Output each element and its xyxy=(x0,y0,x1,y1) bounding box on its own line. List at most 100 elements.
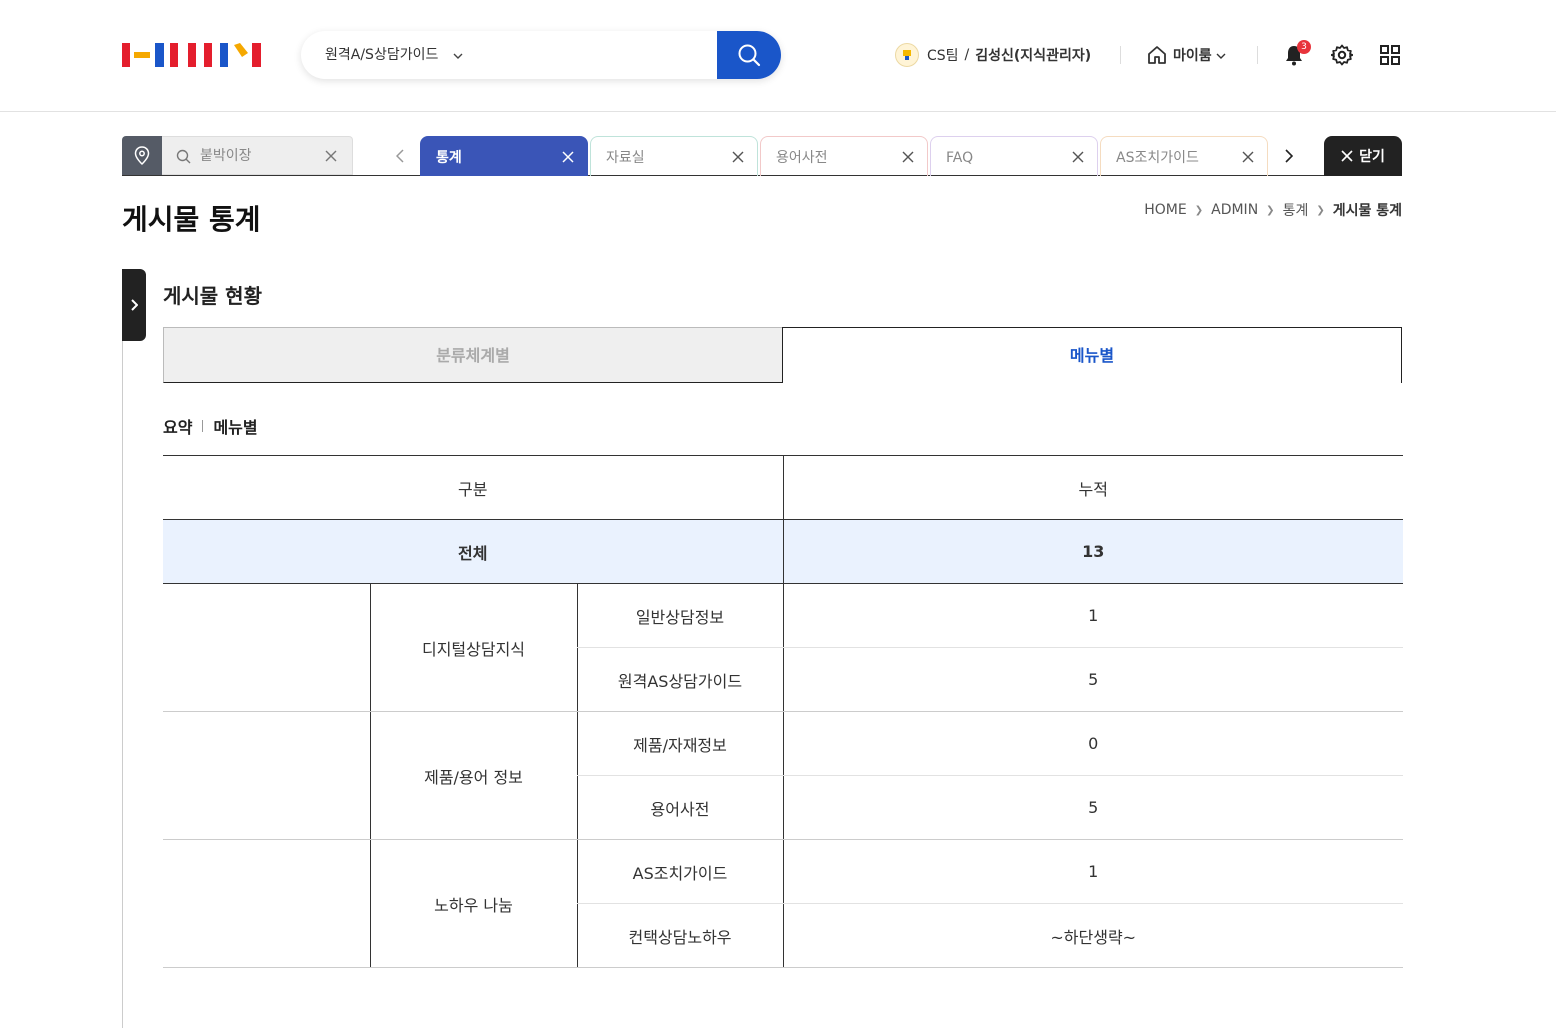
user-name: 김성신(지식관리자) xyxy=(975,48,1092,64)
group-name: 제품/용어 정보 xyxy=(369,711,577,840)
close-icon[interactable] xyxy=(561,150,575,164)
row-value: ~하단생략~ xyxy=(782,903,1403,968)
tab-by-menu[interactable]: 메뉴별 xyxy=(782,327,1402,383)
header-divider xyxy=(1257,46,1258,64)
user-info[interactable]: CS팀 / 김성신(지식관리자) xyxy=(895,43,1091,67)
header-divider xyxy=(1120,46,1121,64)
close-icon[interactable] xyxy=(901,150,915,164)
column-header: 구분 xyxy=(163,455,783,520)
close-icon xyxy=(1341,150,1353,162)
table-header-row: 구분 누적 xyxy=(163,455,1403,520)
statistics-table: 구분 누적 전체 13 디지털상담지식 일반상담정보 1 원격AS상담가이드 5… xyxy=(163,455,1403,968)
tabs-prev-button[interactable] xyxy=(388,136,412,175)
search-scope-label: 원격A/S상담가이드 xyxy=(325,47,439,63)
gear-icon xyxy=(1331,44,1353,66)
close-all-label: 닫기 xyxy=(1359,149,1385,165)
search-button[interactable] xyxy=(717,31,781,79)
chevron-right-icon: ❯ xyxy=(1316,204,1325,216)
side-panel-toggle[interactable] xyxy=(122,269,146,341)
row-label: 일반상담정보 xyxy=(576,583,783,648)
tab-label: 자료실 xyxy=(606,150,645,166)
breadcrumb: HOME ❯ ADMIN ❯ 통계 ❯ 게시물 통계 xyxy=(1144,200,1402,220)
chevron-down-icon xyxy=(1216,49,1226,62)
user-separator: / xyxy=(964,47,970,63)
tab-label: 통계 xyxy=(436,150,462,166)
top-header: 원격A/S상담가이드 CS팀 / 김성신(지식관리자) 마이룸 3 xyxy=(0,0,1556,112)
tab-glossary[interactable]: 용어사전 xyxy=(760,136,928,176)
chevron-right-icon xyxy=(1284,148,1293,163)
user-team: CS팀 xyxy=(927,48,959,64)
tab-archive[interactable]: 자료실 xyxy=(590,136,758,176)
table-cell xyxy=(163,583,370,712)
sub-nav-by-menu[interactable]: 메뉴별 xyxy=(213,414,257,438)
search-icon xyxy=(738,44,761,67)
tab-statistics[interactable]: 통계 xyxy=(420,136,588,176)
chevron-right-icon: ❯ xyxy=(1194,204,1204,216)
row-label: 용어사전 xyxy=(576,775,783,840)
row-label: 컨택상담노하우 xyxy=(576,903,783,968)
pinned-button[interactable] xyxy=(122,136,162,175)
close-icon[interactable] xyxy=(1071,150,1085,164)
breadcrumb-item[interactable]: HOME xyxy=(1144,202,1186,218)
breadcrumb-current: 게시물 통계 xyxy=(1332,203,1402,219)
tabs-next-button[interactable] xyxy=(1276,136,1300,175)
tab-label: AS조치가이드 xyxy=(1116,150,1199,166)
row-value: 5 xyxy=(782,775,1403,840)
myroom-menu[interactable]: 마이룸 xyxy=(1147,42,1226,68)
sub-nav-divider xyxy=(202,420,204,432)
row-value: 0 xyxy=(782,711,1403,776)
close-icon[interactable] xyxy=(731,150,745,164)
close-all-tabs-button[interactable]: 닫기 xyxy=(1324,136,1402,176)
search-icon xyxy=(176,149,191,164)
tab-faq[interactable]: FAQ xyxy=(930,136,1098,176)
row-label: 원격AS상담가이드 xyxy=(576,647,783,712)
table-cell xyxy=(163,711,370,840)
table-cell xyxy=(163,839,370,968)
grid-icon xyxy=(1380,45,1400,65)
global-search: 원격A/S상담가이드 xyxy=(301,31,781,79)
breadcrumb-item[interactable]: 통계 xyxy=(1283,200,1309,220)
total-value: 13 xyxy=(782,519,1403,584)
section-title: 게시물 현황 xyxy=(163,284,262,308)
group-name: 노하우 나눔 xyxy=(369,839,577,968)
pinned-tab-label: 붙박이장 xyxy=(200,148,252,164)
row-value: 1 xyxy=(782,583,1403,648)
total-row: 전체 13 xyxy=(163,519,1403,584)
chevron-right-icon xyxy=(131,299,138,311)
notification-button[interactable]: 3 xyxy=(1281,40,1311,68)
tab-label: FAQ xyxy=(946,150,974,166)
sub-nav-summary[interactable]: 요약 xyxy=(163,414,192,438)
close-icon[interactable] xyxy=(1241,150,1255,164)
sub-navigation: 요약 메뉴별 xyxy=(163,414,258,438)
table-row: 노하우 나눔 AS조치가이드 1 xyxy=(163,839,1403,968)
row-value: 5 xyxy=(782,647,1403,712)
row-value: 1 xyxy=(782,839,1403,904)
row-label: 제품/자재정보 xyxy=(576,711,783,776)
search-scope-select[interactable]: 원격A/S상담가이드 xyxy=(325,31,463,79)
user-rank-icon xyxy=(895,43,919,67)
group-name: 디지털상담지식 xyxy=(369,583,577,712)
tab-as-guide[interactable]: AS조치가이드 xyxy=(1100,136,1268,176)
column-header: 누적 xyxy=(782,455,1403,520)
close-icon[interactable] xyxy=(324,149,338,163)
page-title: 게시물 통계 xyxy=(122,203,261,236)
chevron-right-icon: ❯ xyxy=(1266,204,1275,216)
open-tabs-bar: 붙박이장 통계 자료실 용어사전 FAQ AS조치가이드 닫기 xyxy=(122,136,1402,176)
pinned-tab[interactable]: 붙박이장 xyxy=(162,136,353,175)
settings-button[interactable] xyxy=(1329,42,1355,68)
myroom-label: 마이룸 xyxy=(1173,48,1212,64)
row-label: AS조치가이드 xyxy=(576,839,783,904)
side-rail-line xyxy=(122,269,123,1028)
tab-label: 용어사전 xyxy=(776,150,828,166)
total-label: 전체 xyxy=(163,519,783,584)
table-row: 디지털상담지식 일반상담정보 1 xyxy=(163,583,1403,712)
table-row: 제품/용어 정보 제품/자재정보 0 xyxy=(163,711,1403,840)
breadcrumb-item[interactable]: ADMIN xyxy=(1211,202,1258,218)
brand-logo[interactable] xyxy=(122,43,262,67)
home-icon xyxy=(1148,46,1166,64)
view-mode-tabs: 분류체계별 메뉴별 xyxy=(163,327,1402,383)
tab-by-taxonomy[interactable]: 분류체계별 xyxy=(163,327,783,383)
apps-menu-button[interactable] xyxy=(1377,42,1403,68)
chevron-left-icon xyxy=(395,148,404,163)
location-pin-icon xyxy=(134,145,150,165)
